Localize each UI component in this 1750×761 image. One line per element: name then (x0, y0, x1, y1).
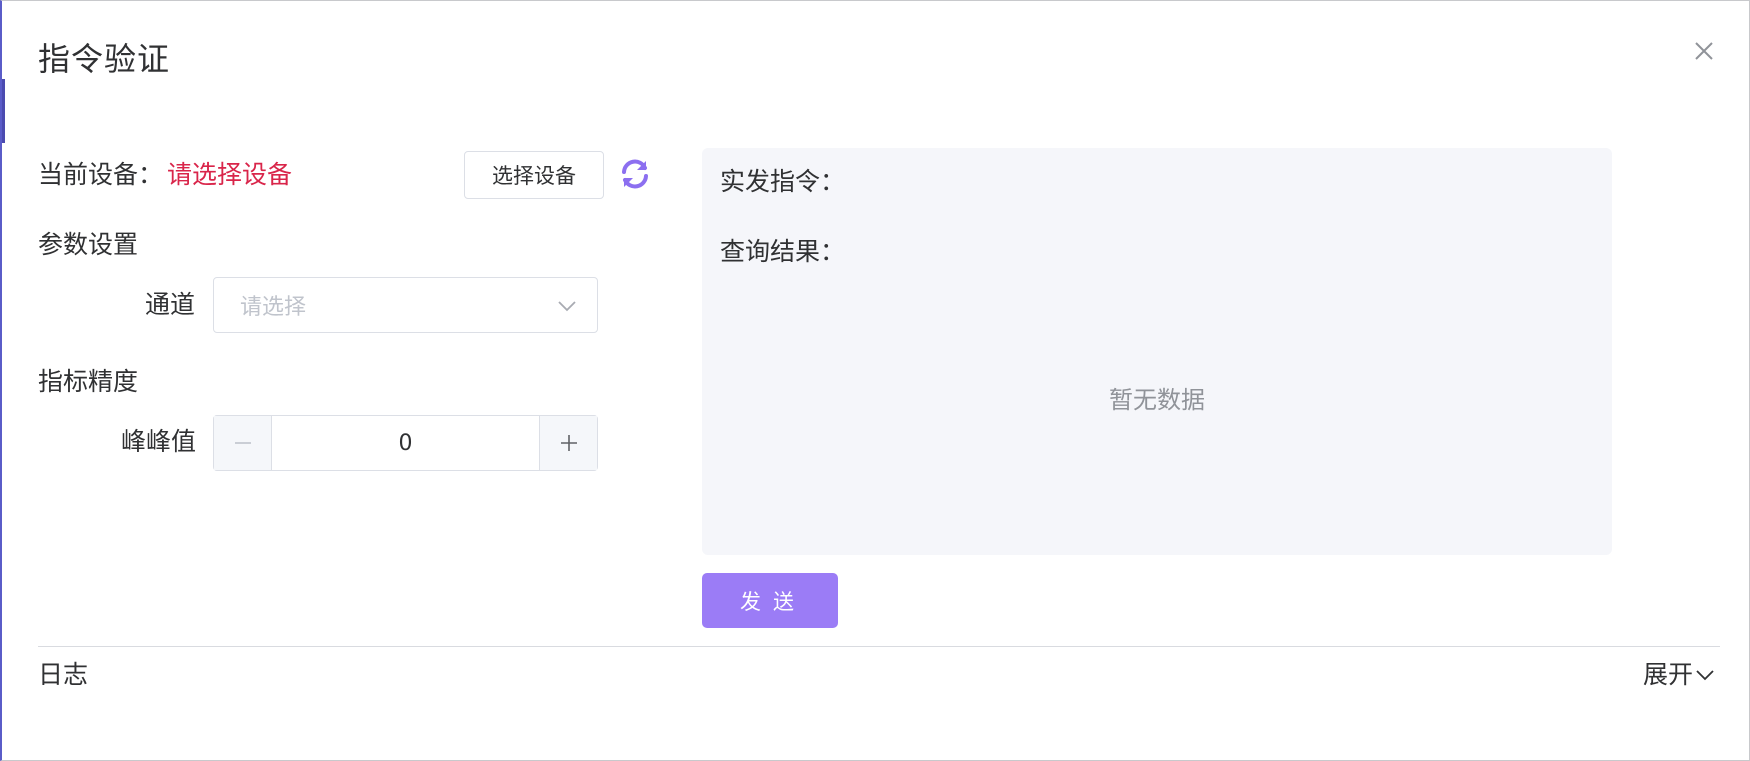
channel-label: 通道 (145, 290, 196, 319)
channel-placeholder: 请选择 (240, 295, 307, 320)
result-panel: 实发指令： 查询结果： 暂无数据 (702, 148, 1612, 555)
peak-to-peak-label: 峰峰值 (121, 427, 197, 456)
close-icon (1695, 42, 1713, 60)
query-result-label: 查询结果： (720, 237, 846, 266)
close-button[interactable] (1690, 37, 1718, 65)
actual-command-label: 实发指令： (720, 167, 846, 196)
current-device-value: 请选择设备 (167, 160, 293, 189)
edge-marker (2, 79, 5, 143)
plus-icon (560, 435, 577, 451)
select-device-button[interactable]: 选择设备 (464, 151, 604, 199)
command-verify-dialog: 指令验证 当前设备： 请选择设备 选择设备 参数设置 通道 请选择 指标精度 峰… (0, 0, 1750, 761)
empty-data-text: 暂无数据 (1109, 386, 1205, 414)
dialog-title: 指令验证 (38, 40, 171, 78)
current-device-label: 当前设备： (38, 160, 164, 189)
increment-button[interactable] (539, 416, 597, 470)
param-settings-title: 参数设置 (38, 230, 139, 259)
expand-toggle[interactable]: 展开 (1643, 655, 1715, 695)
expand-label: 展开 (1643, 660, 1694, 689)
peak-to-peak-stepper: 0 (213, 415, 598, 471)
chevron-down-icon (558, 301, 576, 312)
decrement-button[interactable] (214, 416, 272, 470)
minus-icon (234, 442, 251, 444)
log-label: 日志 (38, 660, 89, 689)
send-button[interactable]: 发送 (702, 573, 838, 628)
refresh-icon[interactable] (618, 157, 652, 191)
channel-select[interactable]: 请选择 (213, 277, 598, 333)
chevron-down-icon (1696, 670, 1714, 681)
peak-to-peak-input[interactable]: 0 (272, 416, 539, 470)
index-precision-title: 指标精度 (38, 367, 139, 396)
divider (38, 646, 1720, 647)
